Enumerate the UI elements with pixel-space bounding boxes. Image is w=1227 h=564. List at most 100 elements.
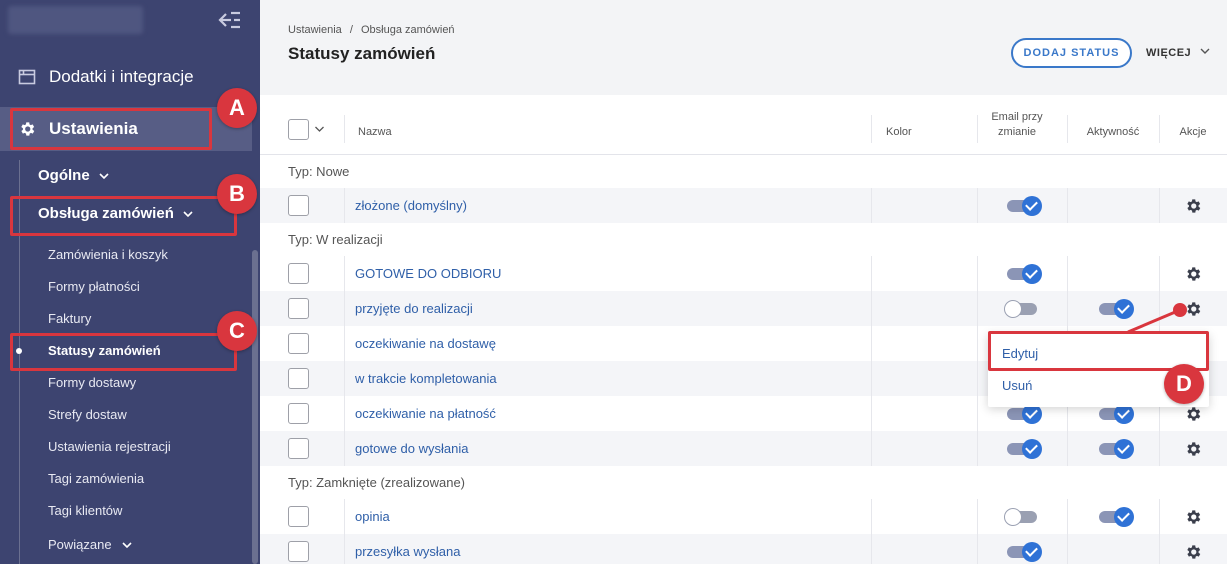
toggle-knob	[1022, 196, 1042, 216]
email-toggle[interactable]	[1007, 404, 1042, 424]
status-name-link[interactable]: oczekiwanie na dostawę	[355, 336, 496, 351]
toggle-knob	[1114, 439, 1134, 459]
collapse-sidebar-icon[interactable]	[217, 10, 241, 30]
toggle-knob	[1114, 404, 1134, 424]
nav-zamowienia-i-koszyk[interactable]: Zamówienia i koszyk	[48, 247, 168, 262]
table-row: gotowe do wysłania	[260, 431, 1227, 466]
calendar-icon	[18, 69, 36, 85]
table-row: przyjęte do realizacji	[260, 291, 1227, 326]
row-checkbox[interactable]	[288, 263, 309, 284]
status-name-link[interactable]: opinia	[355, 509, 390, 524]
breadcrumb-separator: /	[349, 24, 353, 36]
statuses-table: Nazwa Kolor Email przy zmianie Aktywność…	[260, 95, 1227, 564]
settings-gear-icon[interactable]	[1184, 440, 1202, 458]
settings-gear-icon[interactable]	[1184, 543, 1202, 561]
settings-gear-icon[interactable]	[1184, 405, 1202, 423]
column-divider	[871, 431, 872, 466]
column-header-color: Kolor	[886, 126, 912, 138]
status-name-link[interactable]: oczekiwanie na płatność	[355, 406, 496, 421]
nav-ogolne[interactable]: Ogólne	[38, 167, 109, 184]
breadcrumb-obsluga[interactable]: Obsługa zamówień	[361, 24, 455, 36]
column-divider	[1067, 499, 1068, 534]
column-divider	[1067, 431, 1068, 466]
row-checkbox[interactable]	[288, 506, 309, 527]
select-all-checkbox[interactable]	[288, 119, 309, 140]
email-toggle[interactable]	[1004, 508, 1037, 526]
toggle-knob	[1022, 542, 1042, 562]
row-checkbox[interactable]	[288, 541, 309, 562]
column-divider	[344, 534, 345, 564]
settings-gear-icon[interactable]	[1184, 508, 1202, 526]
column-divider	[977, 396, 978, 431]
sidebar-scrollbar[interactable]	[252, 250, 258, 564]
settings-gear-icon[interactable]	[1184, 197, 1202, 215]
column-divider	[977, 499, 978, 534]
table-row: przesyłka wysłana	[260, 534, 1227, 564]
status-name-link[interactable]: przyjęte do realizacji	[355, 301, 473, 316]
column-divider	[344, 431, 345, 466]
email-toggle[interactable]	[1007, 542, 1042, 562]
column-divider	[977, 431, 978, 466]
email-toggle[interactable]	[1007, 196, 1042, 216]
email-toggle[interactable]	[1004, 300, 1037, 318]
settings-gear-icon[interactable]	[1184, 265, 1202, 283]
column-divider	[977, 188, 978, 223]
status-name-link[interactable]: przesyłka wysłana	[355, 544, 461, 559]
email-toggle[interactable]	[1007, 264, 1042, 284]
page-header: Ustawienia / Obsługa zamówień Statusy za…	[260, 0, 1227, 95]
toggle-knob	[1114, 507, 1134, 527]
nav-label: Ogólne	[38, 167, 90, 184]
active-toggle[interactable]	[1099, 439, 1134, 459]
column-divider	[344, 326, 345, 361]
column-divider	[1159, 534, 1160, 564]
column-divider	[344, 256, 345, 291]
row-checkbox[interactable]	[288, 298, 309, 319]
nav-tagi-zamowienia[interactable]: Tagi zamówienia	[48, 471, 144, 486]
column-divider	[871, 291, 872, 326]
active-toggle[interactable]	[1099, 200, 1129, 212]
status-name-link[interactable]: gotowe do wysłania	[355, 441, 468, 456]
column-divider	[344, 499, 345, 534]
store-logo[interactable]	[8, 6, 143, 34]
active-toggle[interactable]	[1099, 546, 1129, 558]
status-name-link[interactable]: w trakcie kompletowania	[355, 371, 497, 386]
column-divider	[1067, 534, 1068, 564]
column-divider	[1159, 431, 1160, 466]
column-header-email-line2: zmianie	[998, 126, 1036, 138]
page-title: Statusy zamówień	[288, 44, 436, 63]
active-toggle[interactable]	[1099, 268, 1129, 280]
breadcrumb-ustawienia[interactable]: Ustawienia	[288, 24, 342, 36]
nav-formy-dostawy[interactable]: Formy dostawy	[48, 375, 136, 390]
more-button[interactable]: WIĘCEJ	[1146, 46, 1210, 59]
row-checkbox[interactable]	[288, 438, 309, 459]
nav-formy-platnosci[interactable]: Formy płatności	[48, 279, 140, 294]
column-divider	[344, 188, 345, 223]
nav-strefy-dostaw[interactable]: Strefy dostaw	[48, 407, 127, 422]
nav-tagi-klientow[interactable]: Tagi klientów	[48, 503, 122, 518]
column-divider	[871, 499, 872, 534]
chevron-down-icon	[99, 172, 109, 179]
toggle-knob	[1004, 300, 1022, 318]
row-checkbox[interactable]	[288, 333, 309, 354]
column-header-name[interactable]: Nazwa	[358, 126, 392, 138]
menu-item-delete[interactable]: Usuń	[1002, 378, 1032, 393]
highlight-box-b	[10, 196, 237, 236]
nav-dodatki-i-integracje[interactable]: Dodatki i integracje	[0, 57, 252, 97]
status-name-link[interactable]: złożone (domyślny)	[355, 198, 467, 213]
active-toggle[interactable]	[1099, 404, 1134, 424]
nav-ustawienia-rejestracji[interactable]: Ustawienia rejestracji	[48, 439, 171, 454]
nav-powiazane[interactable]: Powiązane	[48, 537, 132, 552]
column-divider	[871, 256, 872, 291]
row-checkbox[interactable]	[288, 403, 309, 424]
column-divider	[871, 361, 872, 396]
row-checkbox[interactable]	[288, 368, 309, 389]
active-toggle[interactable]	[1099, 507, 1134, 527]
status-name-link[interactable]: GOTOWE DO ODBIORU	[355, 266, 501, 281]
nav-label: Dodatki i integracje	[49, 67, 194, 86]
row-checkbox[interactable]	[288, 195, 309, 216]
chevron-down-icon[interactable]	[314, 124, 325, 134]
email-toggle[interactable]	[1007, 439, 1042, 459]
add-status-button[interactable]: DODAJ STATUS	[1011, 38, 1132, 68]
nav-faktury[interactable]: Faktury	[48, 311, 91, 326]
table-row: GOTOWE DO ODBIORU	[260, 256, 1227, 291]
